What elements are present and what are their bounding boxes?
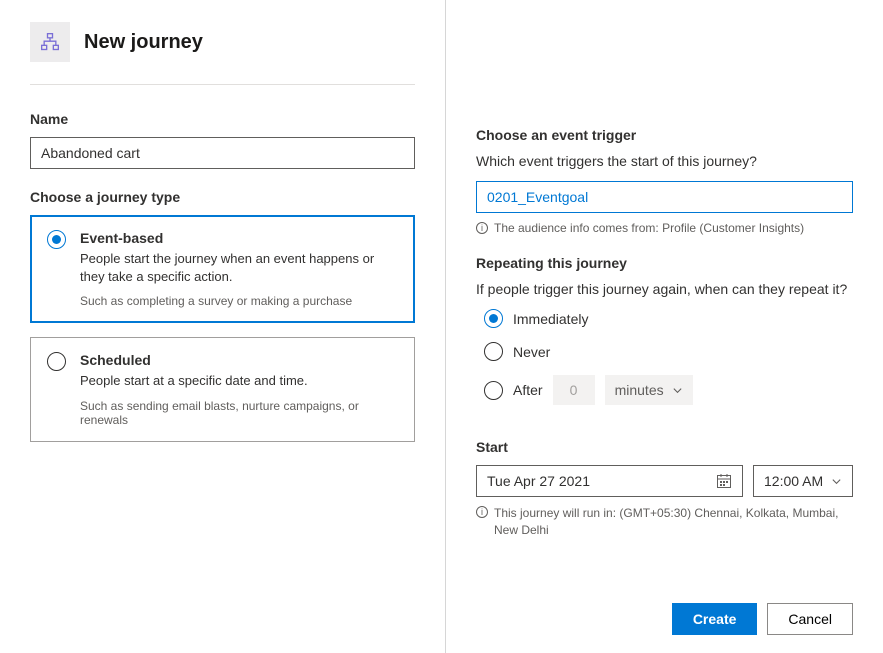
journey-type-event[interactable]: Event-based People start the journey whe… <box>30 215 415 323</box>
after-unit-select[interactable]: minutes <box>605 375 693 405</box>
radio-scheduled[interactable] <box>47 352 66 371</box>
start-time-select[interactable]: 12:00 AM <box>753 465 853 497</box>
journey-icon <box>30 22 70 62</box>
chevron-down-icon <box>831 476 842 487</box>
info-icon: i <box>476 222 488 234</box>
divider <box>30 84 415 85</box>
scheduled-title: Scheduled <box>80 352 398 368</box>
after-value-input[interactable] <box>553 375 595 405</box>
repeat-immediately[interactable]: Immediately <box>484 309 853 328</box>
trigger-info: The audience info comes from: Profile (C… <box>494 221 804 235</box>
immediately-label: Immediately <box>513 311 588 327</box>
trigger-input[interactable] <box>476 181 853 213</box>
start-time: 12:00 AM <box>764 473 823 489</box>
never-label: Never <box>513 344 550 360</box>
radio-event[interactable] <box>47 230 66 249</box>
create-button[interactable]: Create <box>672 603 758 635</box>
page-title: New journey <box>84 31 203 54</box>
radio-after[interactable] <box>484 381 503 400</box>
repeat-sub: If people trigger this journey again, wh… <box>476 281 853 297</box>
name-input[interactable] <box>30 137 415 169</box>
cancel-button[interactable]: Cancel <box>767 603 853 635</box>
event-desc: People start the journey when an event h… <box>80 250 398 286</box>
after-label: After <box>513 382 543 398</box>
journey-type-label: Choose a journey type <box>30 189 415 205</box>
start-date-input[interactable]: Tue Apr 27 2021 <box>476 465 743 497</box>
calendar-icon <box>716 473 732 489</box>
start-label: Start <box>476 439 853 455</box>
radio-never[interactable] <box>484 342 503 361</box>
event-title: Event-based <box>80 230 398 246</box>
chevron-down-icon <box>672 385 683 396</box>
scheduled-hint: Such as sending email blasts, nurture ca… <box>80 399 398 427</box>
repeat-label: Repeating this journey <box>476 255 853 271</box>
timezone-info: This journey will run in: (GMT+05:30) Ch… <box>494 505 853 539</box>
trigger-sub: Which event triggers the start of this j… <box>476 153 853 169</box>
repeat-after[interactable]: After minutes <box>484 375 853 405</box>
start-date: Tue Apr 27 2021 <box>487 473 590 489</box>
radio-immediately[interactable] <box>484 309 503 328</box>
event-hint: Such as completing a survey or making a … <box>80 294 398 308</box>
trigger-label: Choose an event trigger <box>476 127 853 143</box>
journey-type-scheduled[interactable]: Scheduled People start at a specific dat… <box>30 337 415 441</box>
after-unit: minutes <box>615 382 664 398</box>
info-icon: i <box>476 506 488 518</box>
name-label: Name <box>30 111 415 127</box>
scheduled-desc: People start at a specific date and time… <box>80 372 398 390</box>
repeat-never[interactable]: Never <box>484 342 853 361</box>
